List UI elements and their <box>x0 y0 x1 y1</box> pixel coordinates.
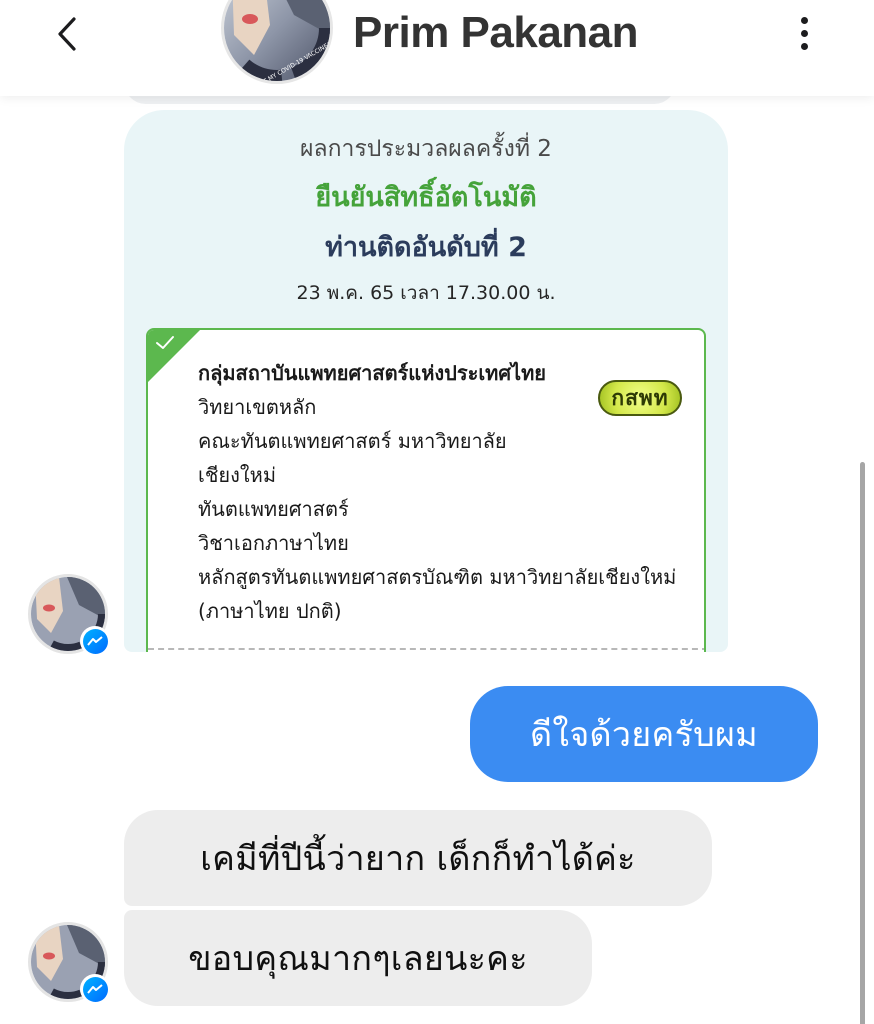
contact-avatar[interactable]: I GOT MY COVID-19 VACCINE! <box>221 0 333 84</box>
choice-major: วิชาเอกภาษาไทย <box>198 531 349 555</box>
choice-faculty: คณะทันตแพทยศาสตร์ มหาวิทยาลัย <box>198 429 507 453</box>
avatar-portrait: I GOT MY COVID-19 VACCINE! <box>224 0 330 81</box>
ellipsis-dot <box>800 42 808 50</box>
received-message-bubble[interactable]: ขอบคุณมากๆเลยนะคะ <box>124 910 592 1006</box>
received-message-bubble[interactable]: เคมีที่ปีนี้ว่ายาก เด็กก็ทำได้ค่ะ <box>124 810 712 906</box>
result-rank: ท่านติดอันดับที่ 2 <box>325 232 527 263</box>
result-status: ยืนยันสิทธิ์อัตโนมัติ <box>315 182 537 213</box>
previous-message-edge <box>124 96 676 104</box>
ellipsis-dot <box>800 29 808 37</box>
messenger-bolt-icon <box>87 984 103 994</box>
checkmark-icon <box>156 336 174 349</box>
choice-program: ทันตแพทยศาสตร์ <box>198 497 349 521</box>
chevron-left-icon <box>58 17 76 51</box>
sent-message-bubble[interactable]: ดีใจด้วยครับผม <box>470 686 818 782</box>
contact-name[interactable]: Prim Pakanan <box>353 6 639 60</box>
result-heading: ผลการประมวลผลครั้งที่ 2 <box>300 136 552 162</box>
dashed-divider <box>148 648 704 650</box>
gspt-logo: กสพท <box>598 380 682 416</box>
more-options-button[interactable] <box>786 8 822 58</box>
sender-avatar[interactable] <box>28 922 110 1004</box>
scrollbar[interactable] <box>860 462 865 1024</box>
messenger-bolt-icon <box>87 636 103 646</box>
sender-avatar[interactable] <box>28 574 110 656</box>
chat-header: I GOT MY COVID-19 VACCINE! Prim Pakanan <box>0 0 874 96</box>
choice-track: (ภาษาไทย ปกติ) <box>198 599 342 623</box>
choice-curriculum: หลักสูตรทันตแพทยศาสตรบัณฑิต มหาวิทยาลัยเ… <box>198 565 677 589</box>
messenger-badge <box>80 626 110 656</box>
choice-faculty-cont: เชียงใหม่ <box>198 463 277 487</box>
shared-image-message[interactable]: ผลการประมวลผลครั้งที่ 2 ยืนยันสิทธิ์อัตโ… <box>124 110 728 652</box>
result-date: 23 พ.ค. 65 เวลา 17.30.00 น. <box>296 282 556 304</box>
vertical-ellipsis-icon <box>800 16 808 24</box>
messenger-badge <box>80 974 110 1004</box>
admission-choice-box: กลุ่มสถาบันแพทยศาสตร์แห่งประเทศไทย วิทยา… <box>146 328 706 652</box>
back-button[interactable] <box>44 8 90 60</box>
message-list[interactable]: ผลการประมวลผลครั้งที่ 2 ยืนยันสิทธิ์อัตโ… <box>0 96 874 1024</box>
